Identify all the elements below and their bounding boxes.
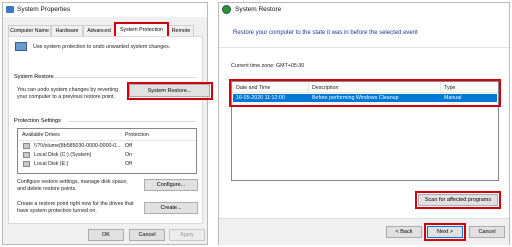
cancel-button[interactable]: Cancel [469, 226, 505, 238]
next-button[interactable]: Next > [427, 226, 463, 238]
header-instruction: Restore your computer to the state it wa… [233, 30, 418, 36]
protection-settings-section-title: Protection Settings [14, 118, 61, 124]
system-properties-window: System Properties Computer Name Hardware… [2, 2, 213, 245]
title-bar: System Restore [219, 3, 509, 16]
header-divider [18, 140, 196, 141]
back-button[interactable]: < Back [386, 226, 422, 238]
shield-computer-icon [15, 42, 27, 51]
create-description: Create a restore point right now for the… [17, 201, 134, 214]
column-divider [440, 82, 441, 92]
drive-name: \\?\Volume{8b585030-0000-0000-0... [34, 143, 121, 149]
drive-icon [23, 152, 30, 158]
list-item[interactable]: Local Disk (E:) Off [18, 160, 196, 169]
drives-list[interactable]: Available Drives Protection \\?\Volume{8… [17, 128, 197, 174]
system-restore-icon [222, 5, 231, 14]
title-bar: System Properties [3, 3, 207, 17]
apply-button[interactable]: Apply [169, 229, 205, 241]
drive-name: Local Disk (E:) [34, 161, 69, 167]
column-header-type[interactable]: Type [444, 85, 455, 92]
column-header-description[interactable]: Description [312, 85, 339, 92]
drive-icon [23, 143, 30, 149]
section-divider [53, 77, 197, 78]
row-description: Before performing Windows Cleanup [312, 95, 399, 101]
app-icon [6, 6, 14, 13]
drive-icon [23, 161, 30, 167]
list-item[interactable]: \\?\Volume{8b585030-0000-0000-0... Off [18, 142, 196, 151]
tab-remote[interactable]: Remote [168, 25, 194, 36]
tab-hardware[interactable]: Hardware [51, 25, 83, 36]
tab-system-protection[interactable]: System Protection [115, 23, 168, 37]
drive-protection: Off [125, 143, 132, 149]
system-restore-button[interactable]: System Restore... [129, 84, 210, 97]
row-date: 16-05-2020 11:12:00 [236, 95, 285, 101]
cancel-button[interactable]: Cancel [129, 229, 165, 241]
column-header-drives[interactable]: Available Drives [22, 132, 60, 139]
header-divider [219, 47, 509, 48]
create-button[interactable]: Create... [144, 202, 198, 214]
time-zone-label: Current time zone: GMT+05:30 [231, 63, 305, 69]
drive-protection: Off [125, 161, 132, 167]
drive-protection: On [125, 152, 133, 158]
tab-advanced[interactable]: Advanced [83, 25, 115, 36]
column-header-date[interactable]: Date and Time [236, 85, 270, 92]
section-divider [67, 121, 197, 122]
ok-button[interactable]: OK [88, 229, 124, 241]
restore-points-table[interactable]: Date and Time Description Type 16-05-202… [231, 81, 499, 181]
window-title: System Properties [17, 6, 71, 13]
system-restore-window: System Restore Restore your computer to … [218, 2, 510, 245]
list-item[interactable]: Local Disk (C:) (System) On [18, 151, 196, 160]
tab-content-panel: Use system protection to undo unwanted s… [8, 36, 213, 224]
tab-computer-name[interactable]: Computer Name [8, 25, 51, 36]
system-restore-section-title: System Restore [14, 74, 54, 80]
table-row[interactable]: 16-05-2020 11:12:00 Before performing Wi… [233, 94, 497, 102]
scan-affected-programs-button[interactable]: Scan for affected programs [418, 194, 498, 206]
row-type: Manual [444, 95, 462, 101]
configure-description: Configure restore settings, manage disk … [17, 179, 128, 192]
configure-button[interactable]: Configure... [144, 179, 198, 191]
column-divider [308, 82, 309, 92]
window-title: System Restore [235, 6, 282, 13]
header-divider [232, 92, 498, 93]
system-restore-description: You can undo system changes by reverting… [17, 87, 119, 100]
footer-bar [219, 218, 509, 245]
column-header-protection[interactable]: Protection [125, 132, 149, 139]
drive-name: Local Disk (C:) (System) [34, 152, 92, 158]
intro-text: Use system protection to undo unwanted s… [33, 44, 171, 50]
